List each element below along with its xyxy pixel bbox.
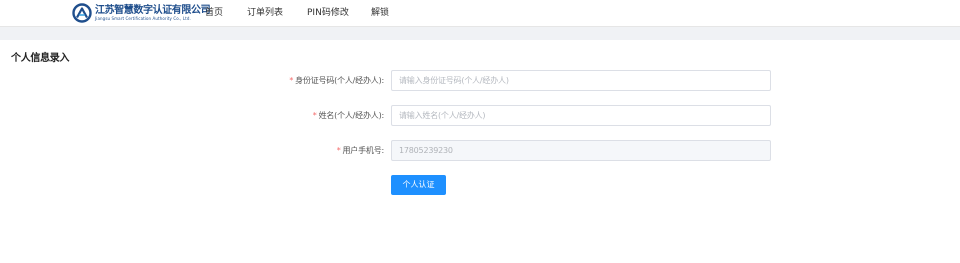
id-number-label: * 身份证号码(个人/经办人): [289, 70, 384, 91]
ca-logo-icon [72, 3, 92, 23]
top-header: 江苏智慧数字认证有限公司 Jiangsu Smart Certification… [0, 0, 960, 27]
id-number-input[interactable] [391, 70, 771, 91]
phone-label: * 用户手机号: [336, 140, 385, 161]
logo-company-name: 江苏智慧数字认证有限公司 [95, 5, 211, 16]
logo-text: 江苏智慧数字认证有限公司 Jiangsu Smart Certification… [95, 5, 211, 21]
name-input[interactable] [391, 105, 771, 126]
required-mark: * [312, 111, 317, 120]
name-label: * 姓名(个人/经办人): [313, 105, 384, 126]
nav-pin-change[interactable]: PIN码修改 [307, 0, 349, 26]
name-label-text: 姓名(个人/经办人): [318, 111, 385, 120]
personal-auth-button[interactable]: 个人认证 [391, 175, 446, 195]
required-mark: * [289, 76, 294, 85]
logo-company-name-en: Jiangsu Smart Certification Authority Co… [95, 16, 191, 21]
personal-info-form: 个人信息录入 *身份证号码(个人/经办人): *姓名(个人/经办人): *用户手… [0, 40, 960, 263]
nav-home[interactable]: 首页 [205, 0, 223, 26]
nav-unlock[interactable]: 解锁 [371, 0, 389, 26]
phone-input [391, 140, 771, 161]
id-number-label-text: 身份证号码(个人/经办人): [295, 76, 384, 85]
required-mark: * [336, 146, 341, 155]
phone-label-text: 用户手机号: [342, 146, 385, 155]
page-title: 个人信息录入 [11, 53, 70, 64]
nav-order-list[interactable]: 订单列表 [247, 0, 283, 26]
company-logo[interactable]: 江苏智慧数字认证有限公司 Jiangsu Smart Certification… [72, 3, 211, 23]
